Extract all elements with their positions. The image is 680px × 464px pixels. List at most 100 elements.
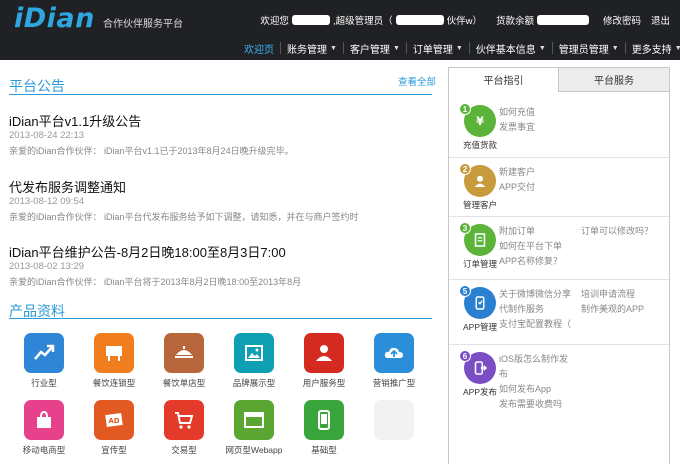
guide-link[interactable]: 代制作服务 xyxy=(499,302,571,317)
guide-link[interactable]: 关于微博微信分享 xyxy=(499,287,571,302)
guide-orders: 3 订单管理 附加订单 如何在平台下单 APP名称修复？ 订单可以修改吗？ xyxy=(449,218,669,280)
picture-icon xyxy=(234,333,274,373)
chevron-down-icon: ▼ xyxy=(455,44,463,52)
user-bar: 欢迎您 ,超级管理员（ 伙伴w） 货款余额 修改密码 退出 xyxy=(260,13,670,27)
announcements-title: 平台公告 xyxy=(9,78,65,94)
nav-more-support[interactable]: 更多支持 ▼ xyxy=(626,38,680,58)
section-divider xyxy=(9,318,432,319)
chevron-down-icon: ▼ xyxy=(330,44,337,52)
panel-tabs: 平台指引 平台服务 xyxy=(449,68,669,92)
partner-suffix: 伙伴w） xyxy=(446,16,482,27)
top-header: iDian 合作伙伴服务平台 欢迎您 ,超级管理员（ 伙伴w） 货款余额 修改密… xyxy=(0,0,680,60)
chevron-down-icon: ▼ xyxy=(674,44,680,52)
dish-icon xyxy=(164,333,204,373)
guide-link[interactable]: APP交付 xyxy=(499,180,535,195)
svg-text:AD: AD xyxy=(108,417,119,425)
announcement-title[interactable]: iDian平台v1.1升级公告 xyxy=(9,111,434,129)
nav-orders[interactable]: 订单管理 ▼ xyxy=(407,38,469,58)
product-placeholder xyxy=(359,400,429,440)
announcement-summary: 亲爱的iDian合作伙伴： iDian平台代发布服务给予如下调整，请知悉，并在与… xyxy=(9,212,359,222)
shopping-bag-icon xyxy=(24,400,64,440)
guide-caption: APP发布 xyxy=(462,387,497,397)
guide-link[interactable]: 制作美观的APP xyxy=(581,302,644,317)
announcement-summary: 亲爱的iDian合作伙伴： iDian平台v1.1已于2013年8月24日晚升级… xyxy=(9,146,294,156)
tab-platform-services[interactable]: 平台服务 xyxy=(558,68,669,92)
step-badge: 3 xyxy=(459,222,471,234)
ad-icon: AD xyxy=(94,400,134,440)
guide-link[interactable]: 如何在平台下单 xyxy=(499,239,562,254)
cloud-upload-icon xyxy=(374,333,414,373)
guide-manage-customers: 2 管理客户 新建客户 APP交付 xyxy=(449,159,669,217)
logo[interactable]: iDian xyxy=(14,3,95,34)
product-restaurant-chain[interactable]: 餐饮连锁型 xyxy=(79,333,149,389)
guide-link[interactable]: 发布需要收费吗 xyxy=(499,397,568,412)
tab-platform-guide[interactable]: 平台指引 xyxy=(449,68,558,92)
svg-text:¥: ¥ xyxy=(476,115,484,128)
nav-accounting[interactable]: 账务管理 ▼ xyxy=(281,38,343,58)
nav-customers[interactable]: 客户管理 ▼ xyxy=(344,38,406,58)
guide-link[interactable]: iOS版怎么制作发 xyxy=(499,352,568,367)
guide-link[interactable]: 培训申请流程 xyxy=(581,287,644,302)
product-industry[interactable]: 行业型 xyxy=(9,333,79,389)
platform-subtitle: 合作伙伴服务平台 xyxy=(103,19,183,30)
phone-icon xyxy=(304,400,344,440)
guide-link[interactable]: APP名称修复？ xyxy=(499,254,562,269)
main-nav: 欢迎页 账务管理 ▼ 客户管理 ▼ 订单管理 ▼ 伙伴基本信息 ▼ 管理员管理 ▼ 更多支… xyxy=(238,38,680,58)
announcement-summary: 亲爱的iDian合作伙伴： iDian平台将于2013年8月2日晚18:00至2… xyxy=(9,277,302,287)
guide-link[interactable]: 新建客户 xyxy=(499,165,535,180)
redacted-partner xyxy=(395,15,444,25)
guide-link[interactable]: 如何发布App xyxy=(499,382,568,397)
announcement-date: 2013-08-12 09:54 xyxy=(9,196,85,207)
step-badge: 5 xyxy=(459,285,471,297)
nav-partner-info[interactable]: 伙伴基本信息 ▼ xyxy=(470,38,552,58)
section-divider xyxy=(9,94,432,95)
guide-link[interactable]: 支付宝配置教程（ xyxy=(499,317,571,332)
guide-caption: APP管理 xyxy=(462,322,497,332)
announcement-item: iDian平台维护公告-8月2日晚18:00至8月3日7:00 2013-08-… xyxy=(9,242,434,288)
step-badge: 6 xyxy=(459,350,471,362)
welcome-text: 欢迎您 xyxy=(260,16,289,27)
guide-link[interactable]: 发票事宜 xyxy=(499,120,535,135)
logout-link[interactable]: 退出 xyxy=(651,13,670,27)
guide-recharge: ¥ 1 充值货款 如何充值 发票事宜 xyxy=(449,99,669,158)
service-person-icon xyxy=(304,333,344,373)
announcement-date: 2013-08-24 22:13 xyxy=(9,130,85,141)
view-all-link[interactable]: 查看全部 xyxy=(398,74,436,88)
nav-welcome[interactable]: 欢迎页 xyxy=(238,38,280,58)
product-webapp[interactable]: 网页型Webapp xyxy=(219,400,289,456)
redacted-username xyxy=(291,15,330,25)
change-password-link[interactable]: 修改密码 xyxy=(603,13,641,27)
guide-link[interactable]: 布 xyxy=(499,367,568,382)
guide-panel: 平台指引 平台服务 ¥ 1 充值货款 如何充值 发票事宜 2 管理客户 新建客户… xyxy=(448,67,670,464)
guide-link[interactable]: 附加订单 xyxy=(499,224,562,239)
chart-up-icon xyxy=(24,333,64,373)
guide-caption: 订单管理 xyxy=(462,259,497,269)
product-publicity[interactable]: AD 宣传型 xyxy=(79,400,149,456)
blank-tile xyxy=(374,400,414,440)
chevron-down-icon: ▼ xyxy=(392,44,400,52)
product-transaction[interactable]: 交易型 xyxy=(149,400,219,456)
announcement-date: 2013-08-02 13:29 xyxy=(9,261,85,272)
product-restaurant-single[interactable]: 餐饮单店型 xyxy=(149,333,219,389)
redacted-balance xyxy=(536,15,589,25)
announcement-title[interactable]: 代发布服务调整通知 xyxy=(9,177,434,195)
product-user-service[interactable]: 用户服务型 xyxy=(289,333,359,389)
announcement-title[interactable]: iDian平台维护公告-8月2日晚18:00至8月3日7:00 xyxy=(9,242,434,260)
guide-link[interactable]: 订单可以修改吗？ xyxy=(581,224,653,239)
cart-icon xyxy=(164,400,204,440)
step-badge: 1 xyxy=(459,103,471,115)
balance-label: 货款余额 xyxy=(495,16,534,27)
chevron-down-icon: ▼ xyxy=(611,44,619,52)
guide-caption: 充值货款 xyxy=(462,140,497,150)
step-badge: 2 xyxy=(459,163,471,175)
guide-link[interactable]: 如何充值 xyxy=(499,105,535,120)
browser-icon xyxy=(234,400,274,440)
nav-admins[interactable]: 管理员管理 ▼ xyxy=(553,38,625,58)
guide-app-management: 5 APP管理 关于微博微信分享 代制作服务 支付宝配置教程（ 培训申请流程 制… xyxy=(449,281,669,345)
product-basic[interactable]: 基础型 xyxy=(289,400,359,456)
role-text: ,超级管理员（ xyxy=(332,16,393,27)
product-marketing[interactable]: 营销推广型 xyxy=(359,333,429,389)
announcement-item: iDian平台v1.1升级公告 2013-08-24 22:13 亲爱的iDia… xyxy=(9,111,434,157)
product-mobile-ecommerce[interactable]: 移动电商型 xyxy=(9,400,79,456)
product-brand-display[interactable]: 品牌展示型 xyxy=(219,333,289,389)
